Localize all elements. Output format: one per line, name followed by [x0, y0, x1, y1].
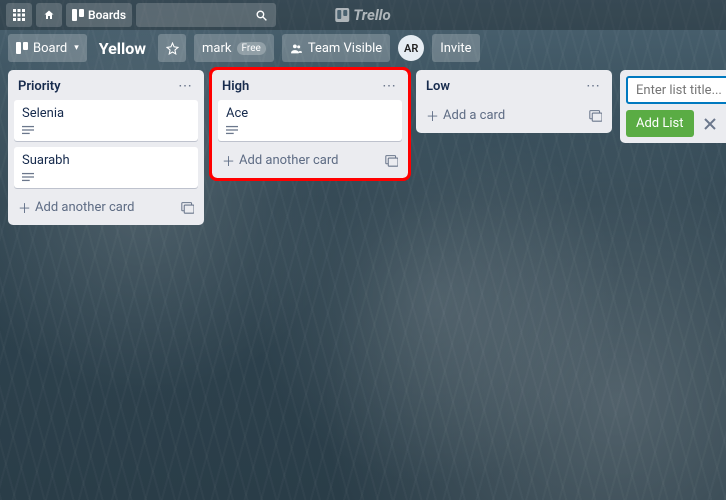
description-icon: [22, 125, 190, 135]
add-card-label: Add another card: [239, 153, 338, 168]
description-icon: [226, 125, 394, 135]
chevron-down-icon: ▾: [74, 43, 79, 53]
apps-menu[interactable]: [6, 3, 32, 27]
board-switcher-label: Board: [33, 41, 67, 56]
list-priority: Priority ⋯ Selenia Suarabh ＋ Add another…: [8, 70, 204, 225]
close-icon: [702, 116, 718, 132]
description-icon: [22, 172, 190, 182]
list-title-low[interactable]: Low: [426, 79, 450, 94]
invite-label: Invite: [440, 41, 471, 56]
add-another-card-high[interactable]: ＋ Add another card: [222, 151, 338, 170]
card[interactable]: Ace: [218, 100, 402, 141]
avatar[interactable]: AR: [398, 35, 424, 61]
home-button[interactable]: [36, 3, 62, 27]
card-template-icon[interactable]: [181, 201, 194, 214]
star-board-button[interactable]: [158, 34, 186, 62]
board-switcher[interactable]: Board ▾: [8, 34, 87, 62]
list-title-high[interactable]: High: [222, 79, 249, 94]
visibility-button[interactable]: Team Visible: [282, 34, 390, 62]
list-menu-high[interactable]: ⋯: [380, 78, 398, 94]
new-list-title-input[interactable]: [626, 76, 726, 104]
card-title: Selenia: [22, 106, 64, 121]
team-name-button[interactable]: mark Free: [194, 34, 274, 62]
add-card-label: Add a card: [443, 108, 505, 123]
list-menu-priority[interactable]: ⋯: [176, 78, 194, 94]
add-card-label: Add another card: [35, 200, 134, 215]
trello-logo-icon: [335, 8, 349, 22]
search-icon: [255, 9, 268, 22]
team-owner: mark: [202, 41, 231, 56]
invite-button[interactable]: Invite: [432, 34, 479, 62]
card-title: Ace: [226, 106, 248, 121]
card-template-icon[interactable]: [385, 154, 398, 167]
trello-logo[interactable]: Trello: [335, 6, 390, 24]
list-title-priority[interactable]: Priority: [18, 79, 61, 94]
free-badge: Free: [237, 42, 266, 55]
add-another-card-priority[interactable]: ＋ Add another card: [18, 198, 134, 217]
boards-button[interactable]: Boards: [66, 3, 132, 27]
plus-icon: ＋: [222, 151, 235, 170]
card[interactable]: Suarabh: [14, 147, 198, 188]
search-box[interactable]: [136, 3, 276, 27]
trello-logo-text: Trello: [353, 6, 390, 24]
card[interactable]: Selenia: [14, 100, 198, 141]
close-composer-button[interactable]: [702, 116, 718, 132]
boards-label: Boards: [88, 8, 126, 22]
plus-icon: ＋: [426, 106, 439, 125]
list-composer: Add List: [620, 70, 726, 143]
add-list-button[interactable]: Add List: [626, 110, 694, 137]
board-name[interactable]: Yellow: [95, 39, 150, 58]
plus-icon: ＋: [18, 198, 31, 217]
list-menu-low[interactable]: ⋯: [584, 78, 602, 94]
add-card-low[interactable]: ＋ Add a card: [426, 106, 505, 125]
people-icon: [290, 42, 303, 55]
list-low: Low ⋯ ＋ Add a card: [416, 70, 612, 133]
card-title: Suarabh: [22, 153, 70, 168]
card-template-icon[interactable]: [589, 109, 602, 122]
list-high: High ⋯ Ace ＋ Add another card: [212, 70, 408, 178]
visibility-label: Team Visible: [308, 41, 382, 56]
